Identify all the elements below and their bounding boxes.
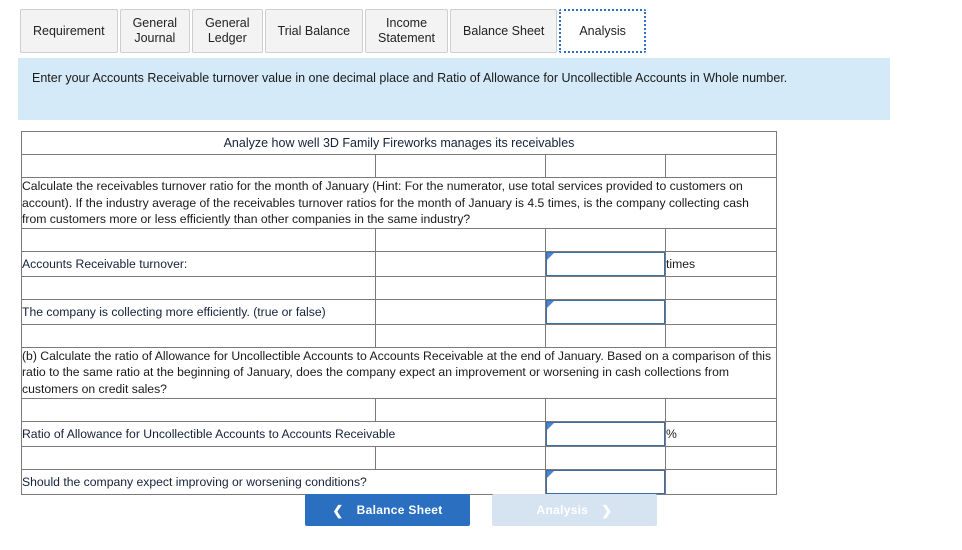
spacer-cell [664, 445, 778, 470]
spacer-cell [664, 397, 778, 422]
spacer-cell [21, 154, 376, 178]
spacer-cell [375, 227, 546, 252]
allowance-ratio-unit: % [664, 420, 778, 447]
worksheet-navigation: ❮ Balance Sheet Analysis ❯ [0, 494, 962, 526]
tab-requirement[interactable]: Requirement [20, 9, 118, 53]
ar-turnover-label: Accounts Receivable turnover: [21, 250, 376, 277]
table-row-question-b: (b) Calculate the ratio of Allowance for… [20, 346, 778, 399]
table-row-spacer [21, 397, 778, 422]
spacer-cell [21, 227, 376, 252]
table-row-allowance-ratio: Ratio of Allowance for Uncollectible Acc… [21, 420, 778, 447]
spacer-cell [375, 397, 546, 422]
question-b-text: (b) Calculate the ratio of Allowance for… [20, 346, 778, 399]
worksheet-tabs: Requirement General Journal General Ledg… [20, 9, 646, 53]
spacer-cell [375, 154, 546, 178]
table-row-efficiency: The company is collecting more efficient… [21, 298, 778, 325]
conditions-input-cell[interactable] [545, 468, 666, 495]
table-row-spacer [21, 154, 778, 178]
conditions-input[interactable] [546, 469, 665, 494]
next-analysis-button[interactable]: Analysis ❯ [492, 494, 657, 526]
table-row-question-a: Calculate the receivables turnover ratio… [20, 177, 778, 229]
table-row-conditions: Should the company expect improving or w… [21, 468, 778, 495]
table-row-spacer [21, 227, 778, 252]
ar-turnover-filler [375, 250, 546, 277]
tab-trial-balance[interactable]: Trial Balance [264, 9, 364, 53]
efficiency-label: The company is collecting more efficient… [21, 298, 376, 325]
spacer-cell [21, 275, 376, 300]
prev-balance-sheet-button[interactable]: ❮ Balance Sheet [305, 494, 470, 526]
spacer-cell [545, 323, 666, 348]
allowance-ratio-input-cell[interactable] [545, 420, 666, 447]
spacer-cell [375, 323, 546, 348]
spacer-cell [664, 323, 778, 348]
efficiency-input-cell[interactable] [545, 298, 666, 325]
tab-income-statement[interactable]: Income Statement [365, 9, 449, 53]
next-button-label: Analysis [536, 503, 589, 517]
conditions-unit [664, 468, 778, 495]
spacer-cell [664, 154, 778, 178]
spacer-cell [21, 397, 376, 422]
ar-turnover-unit: times [664, 250, 778, 277]
spacer-cell [545, 227, 666, 252]
allowance-ratio-label: Ratio of Allowance for Uncollectible Acc… [21, 420, 546, 447]
spacer-cell [21, 445, 376, 470]
chevron-right-icon: ❯ [601, 502, 613, 518]
conditions-label: Should the company expect improving or w… [21, 468, 546, 495]
tab-analysis[interactable]: Analysis [559, 9, 646, 53]
analysis-worksheet-table: Analyze how well 3D Family Fireworks man… [20, 131, 778, 495]
prev-button-label: Balance Sheet [356, 503, 443, 517]
ar-turnover-input-cell[interactable] [545, 250, 666, 277]
table-row-spacer [21, 275, 778, 300]
table-row-ar-turnover: Accounts Receivable turnover: times [21, 250, 778, 277]
instruction-banner: Enter your Accounts Receivable turnover … [18, 58, 890, 120]
spacer-cell [375, 445, 546, 470]
question-a-text: Calculate the receivables turnover ratio… [20, 177, 778, 229]
efficiency-unit [664, 298, 778, 325]
efficiency-filler [375, 298, 546, 325]
table-row-title: Analyze how well 3D Family Fireworks man… [20, 131, 778, 155]
ar-turnover-input[interactable] [546, 251, 665, 276]
allowance-ratio-input[interactable] [546, 421, 665, 446]
table-row-spacer [21, 445, 778, 470]
spacer-cell [545, 397, 666, 422]
spacer-cell [664, 275, 778, 300]
tab-general-journal[interactable]: General Journal [119, 9, 191, 53]
chevron-left-icon: ❮ [332, 502, 344, 518]
tab-balance-sheet[interactable]: Balance Sheet [450, 9, 558, 53]
spacer-cell [664, 227, 778, 252]
spacer-cell [545, 154, 666, 178]
spacer-cell [21, 323, 376, 348]
efficiency-input[interactable] [546, 299, 665, 324]
spacer-cell [545, 275, 666, 300]
spacer-cell [375, 275, 546, 300]
tab-general-ledger[interactable]: General Ledger [192, 9, 263, 53]
spacer-cell [545, 445, 666, 470]
table-row-spacer [21, 323, 778, 348]
worksheet-title: Analyze how well 3D Family Fireworks man… [20, 131, 778, 155]
